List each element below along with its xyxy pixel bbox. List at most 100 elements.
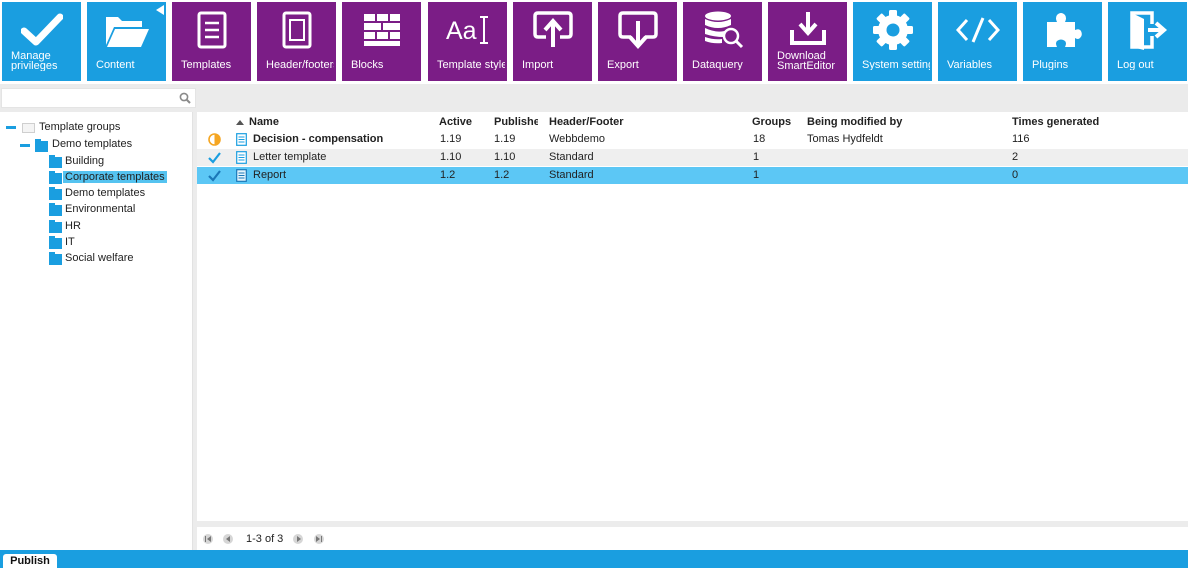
- cell-groups: 1: [753, 169, 760, 181]
- import-label: Import: [522, 60, 554, 70]
- tree-node-social-welfare[interactable]: Social welfare: [63, 251, 135, 266]
- bottom-bar: Publish: [0, 550, 1188, 568]
- last-page-button[interactable]: [314, 534, 324, 544]
- manage-privileges-label: Manage privileges: [11, 51, 58, 71]
- checkmark-icon: [208, 170, 221, 182]
- system-settings-label: System settings: [862, 60, 930, 70]
- export-button[interactable]: Export: [598, 2, 677, 81]
- column-header-name[interactable]: Name: [249, 114, 429, 131]
- tree-node-it[interactable]: IT: [63, 235, 77, 250]
- folder-icon: [49, 236, 62, 249]
- checkmark-icon: [2, 8, 81, 52]
- search-bar: [0, 84, 1188, 112]
- document-icon: [172, 8, 251, 52]
- folder-icon: [49, 220, 62, 233]
- plugins-button[interactable]: Plugins: [1023, 2, 1102, 81]
- column-header-active[interactable]: Active: [439, 114, 489, 131]
- export-label: Export: [607, 60, 639, 70]
- table-row[interactable]: Decision - compensation 1.19 1.19 Webbde…: [197, 131, 1188, 148]
- column-header-times-generated[interactable]: Times generated: [1012, 114, 1162, 131]
- gear-icon: [853, 8, 932, 52]
- cell-groups: 18: [753, 133, 766, 145]
- svg-text:Aa: Aa: [446, 17, 477, 45]
- tree-node-label: Building: [65, 155, 105, 167]
- template-styles-button[interactable]: Aa Template styles: [428, 2, 507, 81]
- table-row[interactable]: Report 1.2 1.2 Standard 1 0: [197, 167, 1188, 184]
- cell-times-generated: 2: [1012, 151, 1019, 163]
- download-smarteditor-label: Download SmartEditor: [777, 51, 836, 71]
- in-progress-icon: [208, 133, 221, 146]
- cell-active: 1.10: [440, 151, 462, 163]
- collapse-root-icon[interactable]: [6, 126, 16, 129]
- content-button[interactable]: Content: [87, 2, 166, 81]
- horizontal-scrollbar[interactable]: [197, 521, 1188, 527]
- document-icon: [236, 151, 247, 164]
- folder-icon: [49, 171, 62, 184]
- database-search-icon: [683, 8, 762, 52]
- header-footers-button[interactable]: Header/footers: [257, 2, 336, 81]
- download-smarteditor-button[interactable]: Download SmartEditor: [768, 2, 847, 81]
- blocks-button[interactable]: Blocks: [342, 2, 421, 81]
- checkmark-icon: [208, 152, 221, 164]
- tree-node-root[interactable]: Template groups: [37, 120, 122, 135]
- collapse-group-icon[interactable]: [20, 144, 30, 147]
- logout-icon: [1108, 8, 1187, 52]
- templates-label: Templates: [181, 60, 232, 70]
- tree-node-building[interactable]: Building: [63, 154, 106, 169]
- column-header-header-footer[interactable]: Header/Footer: [549, 114, 739, 131]
- dataquery-button[interactable]: Dataquery: [683, 2, 762, 81]
- cell-groups: 1: [753, 151, 760, 163]
- grid-header: Name Active Publishe Header/Footer Group…: [197, 114, 1188, 131]
- code-icon: [938, 8, 1017, 52]
- folder-icon: [49, 155, 62, 168]
- puzzle-icon: [1023, 8, 1102, 52]
- sort-ascending-icon[interactable]: [236, 120, 244, 125]
- upload-icon: [513, 8, 592, 52]
- cell-header-footer: Standard: [549, 151, 594, 163]
- search-icon[interactable]: [179, 92, 191, 104]
- tree-node-corporate-templates[interactable]: Corporate templates: [63, 170, 167, 185]
- table-row[interactable]: Letter template 1.10 1.10 Standard 1 2: [197, 149, 1188, 166]
- tree-node-label: Corporate templates: [63, 171, 167, 183]
- manage-privileges-button[interactable]: Manage privileges: [2, 2, 81, 81]
- first-page-button[interactable]: [203, 534, 213, 544]
- blocks-label: Blocks: [351, 60, 384, 70]
- log-out-label: Log out: [1117, 60, 1154, 70]
- download-tray-icon: [768, 6, 847, 50]
- templates-button[interactable]: Templates: [172, 2, 251, 81]
- log-out-button[interactable]: Log out: [1108, 2, 1187, 81]
- cell-name: Letter template: [253, 151, 327, 163]
- column-header-published[interactable]: Publishe: [494, 114, 538, 131]
- cell-modified-by: [807, 167, 997, 184]
- column-header-groups[interactable]: Groups: [752, 114, 802, 131]
- cell-published: 1.2: [494, 169, 510, 181]
- document-icon: [236, 169, 247, 182]
- tree-node-label: Social welfare: [65, 252, 134, 264]
- folder-icon: [49, 203, 62, 216]
- column-header-modified-by[interactable]: Being modified by: [807, 114, 997, 131]
- cell-modified-by: [807, 149, 997, 166]
- tree-node-label: HR: [65, 220, 81, 232]
- tree-node-demo-templates[interactable]: Demo templates: [63, 186, 147, 201]
- main-toolbar: Manage privileges Content Templates Head…: [0, 0, 1188, 84]
- template-styles-label: Template styles: [437, 60, 505, 70]
- tree-node-environmental[interactable]: Environmental: [63, 202, 137, 217]
- cell-times-generated: 116: [1012, 133, 1030, 145]
- folder-icon: [49, 252, 62, 265]
- import-button[interactable]: Import: [513, 2, 592, 81]
- variables-button[interactable]: Variables: [938, 2, 1017, 81]
- cell-name: Decision - compensation: [253, 133, 384, 145]
- tree-node-demo-templates-group[interactable]: Demo templates: [50, 137, 134, 152]
- templates-grid: Name Active Publishe Header/Footer Group…: [197, 112, 1188, 550]
- root-node-icon: [22, 123, 35, 133]
- search-input[interactable]: [5, 91, 175, 105]
- publish-tab[interactable]: Publish: [3, 554, 57, 568]
- previous-page-button[interactable]: [223, 534, 233, 544]
- next-page-button[interactable]: [293, 534, 303, 544]
- variables-label: Variables: [947, 60, 993, 70]
- folder-icon: [35, 139, 48, 152]
- tree-node-hr[interactable]: HR: [63, 219, 83, 234]
- system-settings-button[interactable]: System settings: [853, 2, 932, 81]
- tree-node-root-label: Template groups: [39, 121, 121, 133]
- cell-modified-by: Tomas Hydfeldt: [807, 133, 883, 145]
